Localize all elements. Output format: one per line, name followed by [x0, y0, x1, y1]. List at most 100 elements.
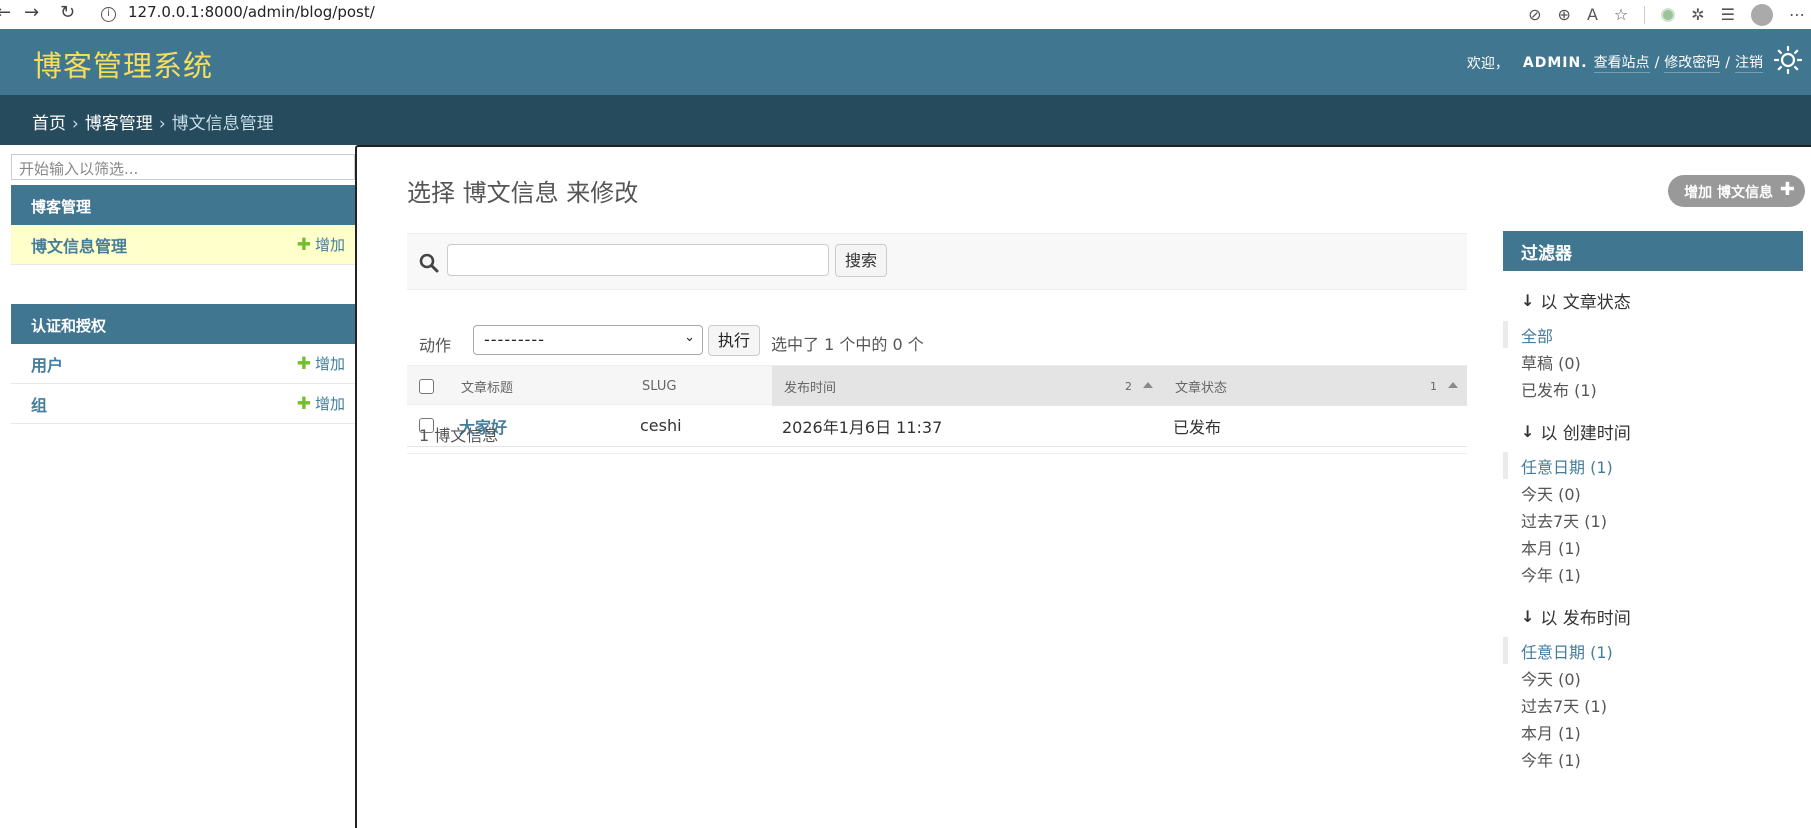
- filter-option[interactable]: 任意日期 (1): [1503, 452, 1803, 479]
- more-menu-icon[interactable]: ⋯: [1789, 5, 1805, 24]
- actions-bar: 动作 --------- ⌄ 执行 选中了 1 个中的 0 个: [407, 322, 1467, 362]
- add-label: 增加: [314, 355, 345, 373]
- site-brand[interactable]: 博客管理系统: [33, 43, 213, 85]
- separator: /: [1654, 54, 1660, 71]
- extensions-puzzle-icon[interactable]: ✲: [1691, 5, 1704, 24]
- column-header-slug[interactable]: SLUG: [630, 366, 772, 406]
- filter-option[interactable]: 今年 (1): [1503, 745, 1803, 772]
- filter-option[interactable]: 本月 (1): [1503, 533, 1803, 560]
- actions-label: 动作: [419, 336, 452, 355]
- column-label[interactable]: 文章状态: [1175, 377, 1227, 396]
- sidebar-item-label[interactable]: 用户: [31, 352, 63, 376]
- changelist-filter: 过滤器 ↓ 以 文章状态 全部 草稿 (0) 已发布 (1) ↓ 以 创建时间 任意…: [1503, 231, 1803, 772]
- filter-group-publish: ↓ 以 发布时间 任意日期 (1) 今天 (0) 过去7天 (1) 本月 (1) …: [1503, 601, 1803, 772]
- filter-caption: 过滤器: [1503, 231, 1803, 271]
- column-header-publish[interactable]: 发布时间 2: [772, 366, 1162, 406]
- search-input[interactable]: [447, 244, 829, 276]
- add-post-button[interactable]: 增加 博文信息 ✚: [1668, 175, 1805, 207]
- translate-icon[interactable]: ⊘: [1528, 5, 1541, 24]
- separator: /: [1725, 54, 1730, 71]
- go-button[interactable]: 执行: [708, 325, 761, 356]
- chevron-down-icon: ⌄: [684, 330, 696, 345]
- filter-option[interactable]: 全部: [1503, 321, 1803, 348]
- arrow-down-icon: ↓: [1521, 290, 1535, 310]
- table-header: 文章标题 SLUG 发布时间 2 文章状态 1: [407, 365, 1467, 406]
- module-blog: 博客管理 博文信息管理 ✚ 增加: [11, 185, 355, 265]
- page-title: 选择 博文信息 来修改: [407, 179, 639, 207]
- filter-option[interactable]: 过去7天 (1): [1503, 506, 1803, 533]
- module-caption[interactable]: 博客管理: [11, 185, 355, 225]
- breadcrumb-app[interactable]: 博客管理: [85, 114, 153, 134]
- browser-toolbar: ← → ↻ i 127.0.0.1:8000/admin/blog/post/ …: [0, 0, 1811, 29]
- add-post-link[interactable]: ✚ 增加: [297, 234, 345, 255]
- column-header-status[interactable]: 文章状态 1: [1162, 366, 1467, 406]
- filter-option[interactable]: 草稿 (0): [1503, 348, 1803, 375]
- view-site-link[interactable]: 查看站点: [1593, 52, 1650, 73]
- welcome-text: 欢迎，: [1466, 55, 1509, 72]
- sidebar-item-groups[interactable]: 组 ✚ 增加: [11, 384, 355, 424]
- filter-group-title[interactable]: ↓ 以 发布时间: [1503, 601, 1803, 631]
- sort-priority[interactable]: 2: [1125, 380, 1132, 393]
- site-info-icon[interactable]: i: [101, 7, 116, 22]
- sidebar-item-label[interactable]: 组: [31, 392, 47, 416]
- profile-avatar[interactable]: [1751, 3, 1773, 26]
- add-group-link[interactable]: ✚ 增加: [297, 393, 345, 414]
- filter-group-label: 以 发布时间: [1540, 608, 1631, 629]
- sidebar-item-users[interactable]: 用户 ✚ 增加: [11, 344, 355, 384]
- arrow-down-icon: ↓: [1521, 421, 1535, 441]
- filter-group-created: ↓ 以 创建时间 任意日期 (1) 今天 (0) 过去7天 (1) 本月 (1) …: [1503, 416, 1803, 587]
- breadcrumb-separator: ›: [158, 114, 166, 134]
- favorite-star-icon[interactable]: ☆: [1614, 5, 1628, 24]
- breadcrumb: 首页 › 博客管理 › 博文信息管理: [0, 95, 1811, 145]
- user-tools: 欢迎， ADMIN. 查看站点 / 修改密码 / 注销: [1467, 52, 1763, 73]
- breadcrumb-home[interactable]: 首页: [32, 114, 66, 134]
- sort-ascending-icon[interactable]: [1143, 382, 1153, 388]
- reload-icon[interactable]: ↻: [60, 2, 75, 23]
- extension-icon[interactable]: [1661, 7, 1676, 22]
- change-password-link[interactable]: 修改密码: [1664, 52, 1721, 73]
- address-bar[interactable]: 127.0.0.1:8000/admin/blog/post/: [128, 3, 375, 21]
- sort-priority[interactable]: 1: [1430, 380, 1437, 393]
- sidebar-item-post[interactable]: 博文信息管理 ✚ 增加: [11, 225, 355, 265]
- forward-arrow-icon[interactable]: →: [24, 2, 39, 23]
- plus-icon: ✚: [296, 353, 311, 374]
- filter-list: 任意日期 (1) 今天 (0) 过去7天 (1) 本月 (1) 今年 (1): [1503, 637, 1803, 772]
- filter-option[interactable]: 今天 (0): [1503, 479, 1803, 506]
- search-button[interactable]: 搜索: [835, 244, 888, 277]
- filter-option[interactable]: 本月 (1): [1503, 718, 1803, 745]
- paginator: 1 博文信息: [407, 407, 1467, 454]
- column-label[interactable]: 文章标题: [461, 377, 513, 396]
- select-all-checkbox[interactable]: [419, 378, 434, 394]
- filter-group-title[interactable]: ↓ 以 创建时间: [1503, 416, 1803, 446]
- column-label[interactable]: 发布时间: [784, 377, 836, 396]
- action-select[interactable]: --------- ⌄: [473, 325, 703, 355]
- breadcrumb-current: 博文信息管理: [171, 114, 274, 134]
- filter-option[interactable]: 今年 (1): [1503, 560, 1803, 587]
- search-icon: [419, 253, 439, 273]
- filter-option[interactable]: 任意日期 (1): [1503, 637, 1803, 664]
- theme-toggle-sun-icon[interactable]: [1773, 45, 1803, 75]
- back-arrow-icon[interactable]: ←: [0, 2, 11, 23]
- column-header-title[interactable]: 文章标题: [447, 366, 630, 406]
- filter-option[interactable]: 过去7天 (1): [1503, 691, 1803, 718]
- action-counter: 选中了 1 个中的 0 个: [771, 335, 924, 354]
- plus-icon: ✚: [296, 234, 311, 255]
- logout-link[interactable]: 注销: [1735, 52, 1763, 73]
- filter-option[interactable]: 今天 (0): [1503, 664, 1803, 691]
- sidebar-filter-input[interactable]: 开始输入以筛选...: [11, 154, 355, 180]
- zoom-icon[interactable]: ⊕: [1558, 5, 1571, 24]
- filter-group-status: ↓ 以 文章状态 全部 草稿 (0) 已发布 (1): [1503, 285, 1803, 402]
- read-aloud-icon[interactable]: A: [1587, 5, 1598, 24]
- favorites-list-icon[interactable]: ☰: [1721, 5, 1735, 24]
- filter-group-title[interactable]: ↓ 以 文章状态: [1503, 285, 1803, 315]
- add-user-link[interactable]: ✚ 增加: [297, 353, 345, 374]
- column-label[interactable]: SLUG: [642, 379, 676, 394]
- add-label: 增加: [314, 395, 345, 413]
- filter-option[interactable]: 已发布 (1): [1503, 375, 1803, 402]
- filter-list: 任意日期 (1) 今天 (0) 过去7天 (1) 本月 (1) 今年 (1): [1503, 452, 1803, 587]
- module-caption[interactable]: 认证和授权: [11, 304, 355, 344]
- sort-ascending-icon[interactable]: [1448, 382, 1458, 388]
- select-all-column: [407, 366, 447, 406]
- sidebar-item-label[interactable]: 博文信息管理: [31, 233, 127, 257]
- plus-icon: ✚: [1779, 179, 1795, 200]
